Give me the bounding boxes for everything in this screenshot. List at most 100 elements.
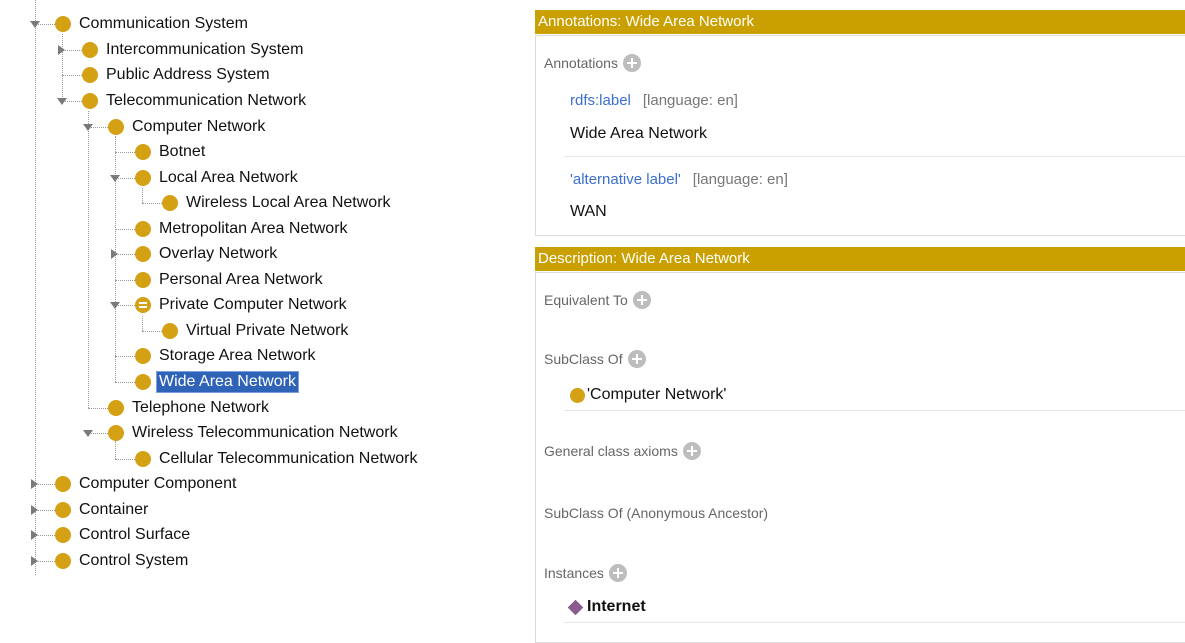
add-superclass-icon[interactable] — [627, 350, 646, 368]
divider — [564, 622, 1185, 623]
tree-item-metropolitan-area-network[interactable]: Metropolitan Area Network — [157, 219, 350, 239]
tree-item-control-system[interactable]: Control System — [77, 551, 190, 571]
collapse-arrow-icon[interactable] — [83, 430, 93, 437]
add-annotation-icon[interactable] — [622, 54, 641, 72]
add-axiom-icon[interactable] — [682, 442, 701, 460]
tree-guide-line — [35, 535, 55, 536]
tree-item-control-surface[interactable]: Control Surface — [77, 525, 192, 545]
tree-guide-line — [115, 356, 135, 357]
class-icon — [55, 502, 71, 518]
annotation-property-row: rdfs:label [language: en] — [570, 92, 738, 109]
tree-item-overlay-network[interactable]: Overlay Network — [157, 244, 279, 264]
tree-guide-line — [88, 408, 108, 409]
tree-guide-line — [62, 75, 82, 76]
superclass-value: 'Computer Network' — [587, 386, 727, 403]
expand-arrow-icon[interactable] — [58, 45, 65, 55]
instance-value: Internet — [587, 598, 646, 615]
collapse-arrow-icon[interactable] — [57, 98, 67, 105]
annotations-section-label: Annotations — [544, 55, 618, 71]
annotation-property-link[interactable]: 'alternative label' — [570, 171, 681, 188]
class-icon — [55, 16, 71, 32]
tree-guide-line — [142, 203, 162, 204]
class-hierarchy-tree: Communication System Intercommunication … — [0, 0, 525, 643]
tree-item-storage-area-network[interactable]: Storage Area Network — [157, 346, 318, 366]
annotation-value: Wide Area Network — [570, 125, 707, 142]
annotation-value: WAN — [570, 203, 607, 220]
tree-item-private-computer-network[interactable]: Private Computer Network — [157, 295, 349, 315]
annotation-language: [language: en] — [692, 171, 788, 188]
tree-item-telecommunication-network[interactable]: Telecommunication Network — [104, 91, 308, 111]
tree-item-intercommunication-system[interactable]: Intercommunication System — [104, 40, 305, 60]
tree-guide-line — [142, 316, 143, 331]
tree-guide-line — [35, 510, 55, 511]
class-icon — [162, 195, 178, 211]
tree-item-local-area-network[interactable]: Local Area Network — [157, 168, 300, 188]
tree-guide-line — [115, 382, 135, 383]
annotation-language: [language: en] — [642, 92, 738, 109]
class-icon — [135, 144, 151, 160]
instances-section: Instances — [544, 564, 627, 582]
divider — [564, 410, 1185, 411]
tree-guide-line — [142, 188, 143, 203]
expand-arrow-icon[interactable] — [31, 556, 38, 566]
add-equivalent-icon[interactable] — [632, 291, 651, 309]
class-icon — [135, 451, 151, 467]
collapse-arrow-icon[interactable] — [30, 21, 40, 28]
tree-guide-line — [142, 331, 162, 332]
tree-guide-line — [115, 280, 135, 281]
subclass-of-section: SubClass Of — [544, 350, 646, 368]
class-icon — [162, 323, 178, 339]
annotation-property-row: 'alternative label' [language: en] — [570, 171, 788, 188]
class-icon — [55, 476, 71, 492]
instances-label: Instances — [544, 565, 604, 581]
tree-guide-line — [115, 459, 135, 460]
general-class-axioms-section: General class axioms — [544, 442, 701, 460]
equivalent-to-section: Equivalent To — [544, 291, 651, 309]
tree-item-virtual-private-network[interactable]: Virtual Private Network — [184, 321, 350, 341]
expand-arrow-icon[interactable] — [31, 479, 38, 489]
class-icon — [108, 119, 124, 135]
defined-class-icon — [135, 297, 151, 313]
annotations-pane: Annotations rdfs:label [language: en] Wid… — [535, 35, 1185, 236]
tree-item-telephone-network[interactable]: Telephone Network — [130, 398, 271, 418]
class-icon — [55, 553, 71, 569]
tree-item-wireless-local-area-network[interactable]: Wireless Local Area Network — [184, 193, 393, 213]
tree-item-public-address-system[interactable]: Public Address System — [104, 65, 272, 85]
tree-guide-line — [115, 152, 135, 153]
tree-item-computer-network[interactable]: Computer Network — [130, 117, 267, 137]
tree-item-wide-area-network-selected[interactable]: Wide Area Network — [156, 371, 299, 393]
divider — [564, 156, 1185, 157]
class-icon — [135, 246, 151, 262]
class-icon — [82, 93, 98, 109]
class-icon — [135, 374, 151, 390]
tree-item-communication-system[interactable]: Communication System — [77, 14, 250, 34]
subclass-of-label: SubClass Of — [544, 351, 623, 367]
tree-guide-line — [115, 254, 135, 255]
tree-guide-line — [35, 561, 55, 562]
annotation-property-link[interactable]: rdfs:label — [570, 92, 631, 109]
expand-arrow-icon[interactable] — [31, 505, 38, 515]
collapse-arrow-icon[interactable] — [83, 124, 93, 131]
tree-item-computer-component[interactable]: Computer Component — [77, 474, 238, 494]
tree-guide-line — [62, 50, 82, 51]
superclass-entry[interactable]: 'Computer Network' — [570, 386, 726, 404]
individual-icon — [567, 599, 584, 615]
tree-item-cellular-telecommunication-network[interactable]: Cellular Telecommunication Network — [157, 449, 419, 469]
general-class-axioms-label: General class axioms — [544, 443, 678, 459]
instance-entry[interactable]: Internet — [566, 598, 646, 616]
expand-arrow-icon[interactable] — [111, 249, 118, 259]
class-icon — [82, 42, 98, 58]
class-icon — [570, 387, 585, 403]
expand-arrow-icon[interactable] — [31, 530, 38, 540]
collapse-arrow-icon[interactable] — [110, 175, 120, 182]
class-icon — [108, 400, 124, 416]
tree-item-personal-area-network[interactable]: Personal Area Network — [157, 270, 325, 290]
class-icon — [135, 221, 151, 237]
tree-item-botnet[interactable]: Botnet — [157, 142, 207, 162]
tree-item-container[interactable]: Container — [77, 500, 150, 520]
tree-item-wireless-telecommunication-network[interactable]: Wireless Telecommunication Network — [130, 423, 400, 443]
equivalent-to-label: Equivalent To — [544, 292, 628, 308]
collapse-arrow-icon[interactable] — [110, 302, 120, 309]
add-instance-icon[interactable] — [608, 564, 627, 582]
class-icon — [135, 348, 151, 364]
